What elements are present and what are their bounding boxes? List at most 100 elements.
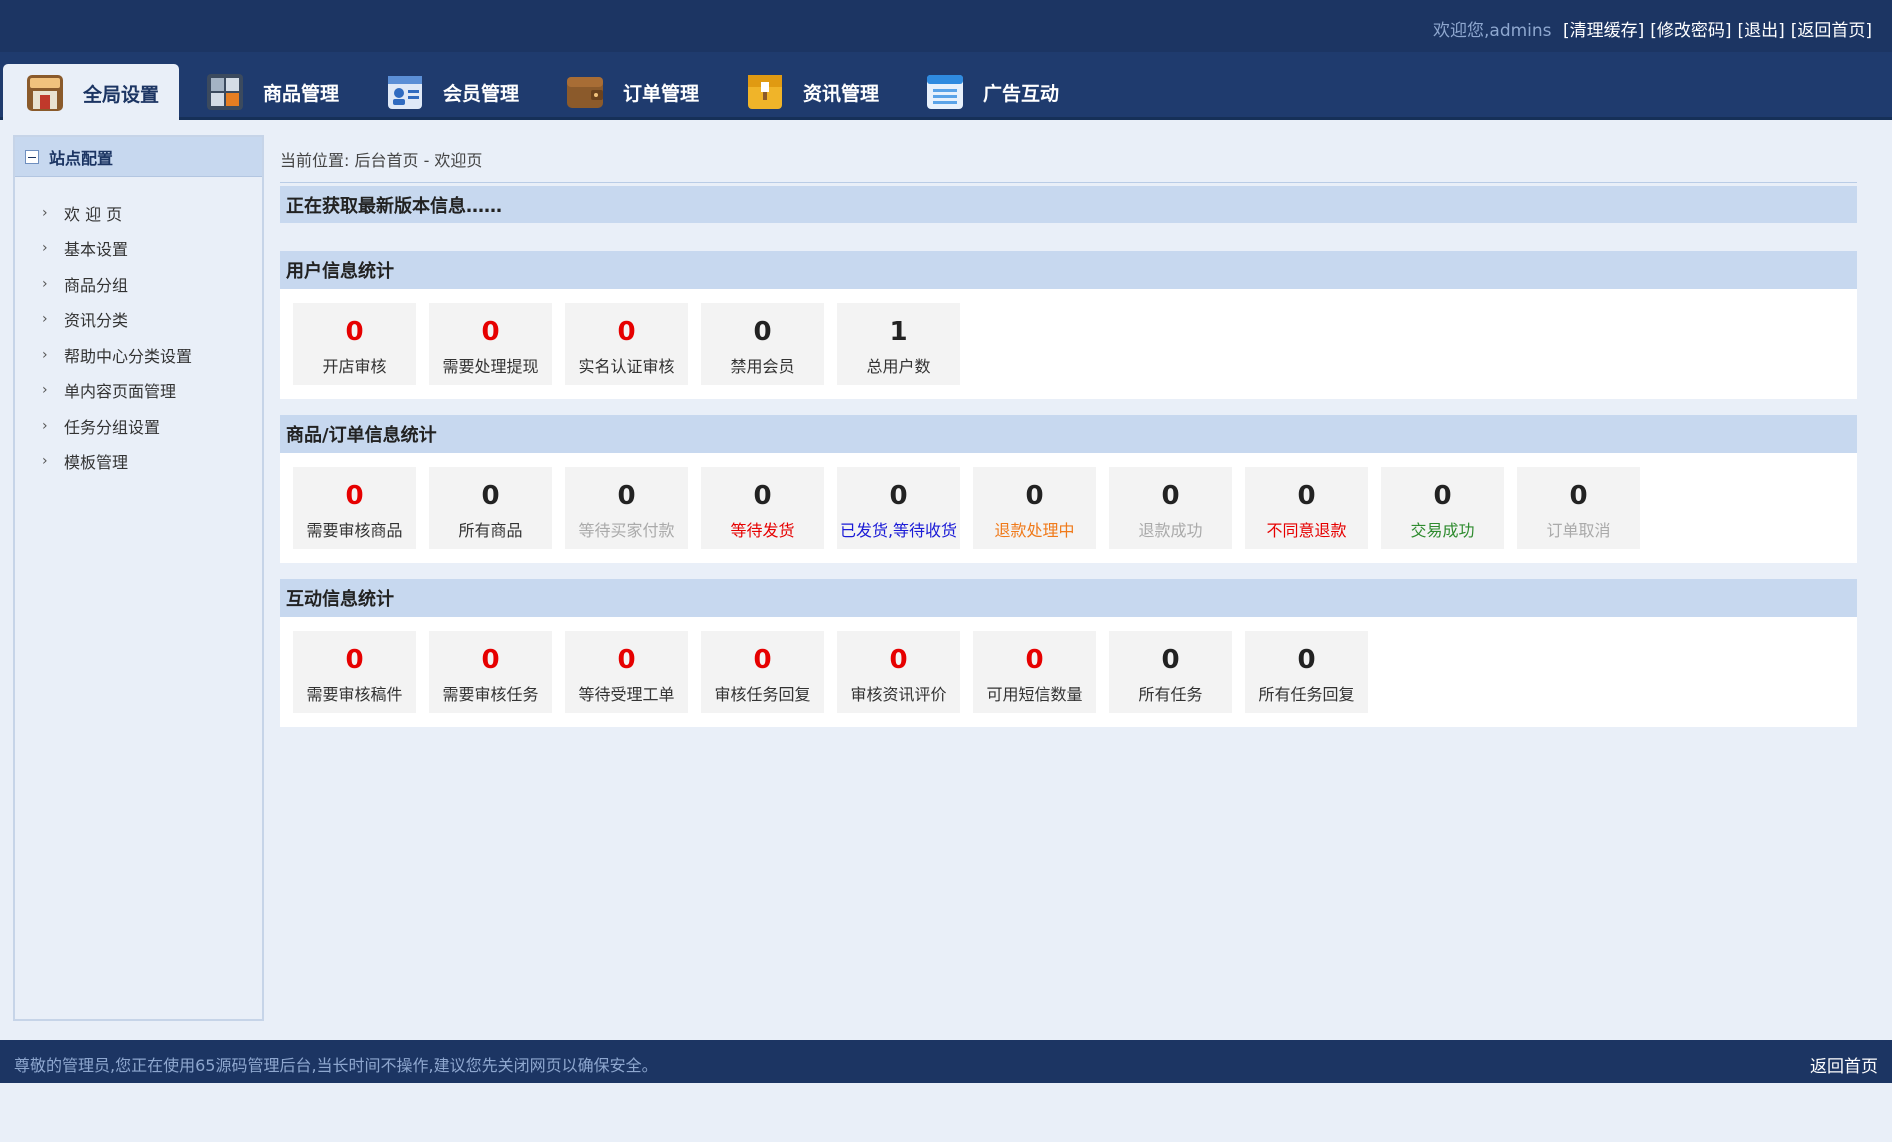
footer-home-link[interactable]: 返回首页 — [1810, 1052, 1878, 1077]
sidebar-item-welcome[interactable]: › 欢 迎 页 — [15, 195, 262, 231]
stat-value: 0 — [889, 645, 908, 675]
stat-label: 审核任务回复 — [714, 685, 811, 704]
chevron-right-icon: › — [42, 417, 48, 434]
stat-trade-success[interactable]: 0 交易成功 — [1381, 467, 1504, 549]
stat-order-cancelled[interactable]: 0 订单取消 — [1517, 467, 1640, 549]
home-icon — [27, 75, 63, 111]
username: admins — [1489, 21, 1552, 41]
breadcrumb: 当前位置: 后台首页 - 欢迎页 — [280, 135, 1857, 183]
stat-realname-review[interactable]: 0 实名认证审核 — [565, 303, 688, 385]
tab-ad-interaction[interactable]: 广告互动 — [903, 64, 1073, 120]
grid-icon — [207, 74, 243, 110]
stat-withdrawals-pending[interactable]: 0 需要处理提现 — [429, 303, 552, 385]
return-home-link[interactable]: [返回首页] — [1791, 21, 1872, 41]
sidebar-item-product-groups[interactable]: › 商品分组 — [15, 266, 262, 302]
stat-value: 0 — [1433, 481, 1452, 511]
stat-label: 等待买家付款 — [578, 521, 675, 540]
stat-value: 1 — [889, 317, 908, 347]
sidebar-item-label: 任务分组设置 — [64, 417, 161, 437]
stat-label: 需要审核稿件 — [306, 685, 403, 704]
stat-value: 0 — [345, 317, 364, 347]
stat-products-to-review[interactable]: 0 需要审核商品 — [293, 467, 416, 549]
chevron-right-icon: › — [42, 275, 48, 292]
main-nav: 全局设置 商品管理 会员管理 订单管理 资讯管理 广告互动 — [0, 52, 1892, 122]
stat-awaiting-payment[interactable]: 0 等待买家付款 — [565, 467, 688, 549]
panel-title: 互动信息统计 — [280, 579, 1857, 617]
stat-task-replies-review[interactable]: 0 审核任务回复 — [701, 631, 824, 713]
stat-tickets-pending[interactable]: 0 等待受理工单 — [565, 631, 688, 713]
stat-label: 等待受理工单 — [578, 685, 675, 704]
stat-total-users[interactable]: 1 总用户数 — [837, 303, 960, 385]
collapse-icon[interactable] — [25, 149, 39, 164]
tab-news-management[interactable]: 资讯管理 — [723, 64, 893, 120]
sidebar-item-task-groups[interactable]: › 任务分组设置 — [15, 408, 262, 444]
sidebar-item-templates[interactable]: › 模板管理 — [15, 444, 262, 480]
sidebar: 站点配置 › 欢 迎 页 › 基本设置 › 商品分组 › 资讯分类 › 帮助中心分类设置 … — [13, 135, 264, 1021]
stat-value: 0 — [617, 481, 636, 511]
stat-banned-members[interactable]: 0 禁用会员 — [701, 303, 824, 385]
tab-label: 广告互动 — [983, 82, 1060, 105]
stat-tasks-to-review[interactable]: 0 需要审核任务 — [429, 631, 552, 713]
stat-value: 0 — [753, 645, 772, 675]
member-card-icon — [388, 76, 422, 109]
panel-title: 商品/订单信息统计 — [280, 415, 1857, 453]
stat-value: 0 — [1297, 481, 1316, 511]
sidebar-title: 站点配置 — [49, 148, 114, 168]
stat-refund-rejected[interactable]: 0 不同意退款 — [1245, 467, 1368, 549]
sidebar-item-basic-settings[interactable]: › 基本设置 — [15, 231, 262, 267]
stat-manuscripts-to-review[interactable]: 0 需要审核稿件 — [293, 631, 416, 713]
tab-order-management[interactable]: 订单管理 — [543, 64, 713, 120]
tab-label: 订单管理 — [623, 82, 700, 105]
clear-cache-link[interactable]: [清理缓存] — [1563, 21, 1644, 41]
stat-sms-available[interactable]: 0 可用短信数量 — [973, 631, 1096, 713]
tab-member-management[interactable]: 会员管理 — [363, 64, 533, 120]
stat-label: 实名认证审核 — [578, 357, 675, 376]
order-stats-panel: 商品/订单信息统计 0 需要审核商品 0 所有商品 0 等待买家付款 0 等待发货 0 已… — [280, 415, 1857, 563]
change-password-link[interactable]: [修改密码] — [1650, 21, 1731, 41]
stat-value: 0 — [1161, 481, 1180, 511]
tab-product-management[interactable]: 商品管理 — [183, 64, 353, 120]
stat-value: 0 — [1025, 645, 1044, 675]
stat-label: 总用户数 — [866, 357, 931, 376]
stat-refund-processing[interactable]: 0 退款处理中 — [973, 467, 1096, 549]
stat-value: 0 — [617, 317, 636, 347]
stat-label: 不同意退款 — [1266, 521, 1347, 540]
tab-global-settings[interactable]: 全局设置 — [3, 64, 179, 122]
sidebar-item-label: 模板管理 — [64, 453, 129, 473]
tab-label: 商品管理 — [263, 82, 340, 105]
stats-row: 0 需要审核商品 0 所有商品 0 等待买家付款 0 等待发货 0 已发货,等待收货 0 退… — [280, 453, 1857, 563]
stat-awaiting-shipment[interactable]: 0 等待发货 — [701, 467, 824, 549]
sidebar-header[interactable]: 站点配置 — [15, 137, 262, 177]
stat-label: 需要审核商品 — [306, 521, 403, 540]
sidebar-item-help-center-categories[interactable]: › 帮助中心分类设置 — [15, 337, 262, 373]
stat-label: 退款成功 — [1138, 521, 1203, 540]
stat-news-comments-review[interactable]: 0 审核资讯评价 — [837, 631, 960, 713]
chevron-right-icon: › — [42, 346, 48, 363]
stat-all-tasks[interactable]: 0 所有任务 — [1109, 631, 1232, 713]
logout-link[interactable]: [退出] — [1737, 21, 1784, 41]
sidebar-item-label: 商品分组 — [64, 275, 129, 295]
stat-all-task-replies[interactable]: 0 所有任务回复 — [1245, 631, 1368, 713]
main-content: 当前位置: 后台首页 - 欢迎页 正在获取最新版本信息…… 用户信息统计 0 开店… — [280, 135, 1857, 727]
stat-label: 订单取消 — [1546, 521, 1611, 540]
sidebar-menu: › 欢 迎 页 › 基本设置 › 商品分组 › 资讯分类 › 帮助中心分类设置 › 单内容页… — [15, 177, 262, 479]
stats-row: 0 开店审核 0 需要处理提现 0 实名认证审核 0 禁用会员 1 总用户数 — [280, 289, 1857, 399]
stat-label: 已发货,等待收货 — [839, 521, 958, 540]
stat-value: 0 — [1569, 481, 1588, 511]
sidebar-item-label: 资讯分类 — [64, 311, 129, 331]
sidebar-item-single-pages[interactable]: › 单内容页面管理 — [15, 373, 262, 409]
footer-note: 尊敬的管理员,您正在使用65源码管理后台,当长时间不操作,建议您先关闭网页以确保… — [14, 1056, 658, 1075]
sidebar-item-label: 帮助中心分类设置 — [64, 346, 193, 366]
stat-label: 需要处理提现 — [442, 357, 539, 376]
stat-value: 0 — [345, 481, 364, 511]
stat-label: 退款处理中 — [994, 521, 1075, 540]
stat-all-products[interactable]: 0 所有商品 — [429, 467, 552, 549]
panel-title: 用户信息统计 — [280, 251, 1857, 289]
top-bar: 欢迎您,admins [清理缓存] [修改密码] [退出] [返回首页] — [0, 0, 1892, 52]
stat-refund-success[interactable]: 0 退款成功 — [1109, 467, 1232, 549]
sidebar-item-news-categories[interactable]: › 资讯分类 — [15, 302, 262, 338]
stat-shop-review[interactable]: 0 开店审核 — [293, 303, 416, 385]
stat-label: 开店审核 — [322, 357, 387, 376]
user-bar: 欢迎您,admins [清理缓存] [修改密码] [退出] [返回首页] — [1433, 16, 1872, 41]
stat-shipped-awaiting-receipt[interactable]: 0 已发货,等待收货 — [837, 467, 960, 549]
